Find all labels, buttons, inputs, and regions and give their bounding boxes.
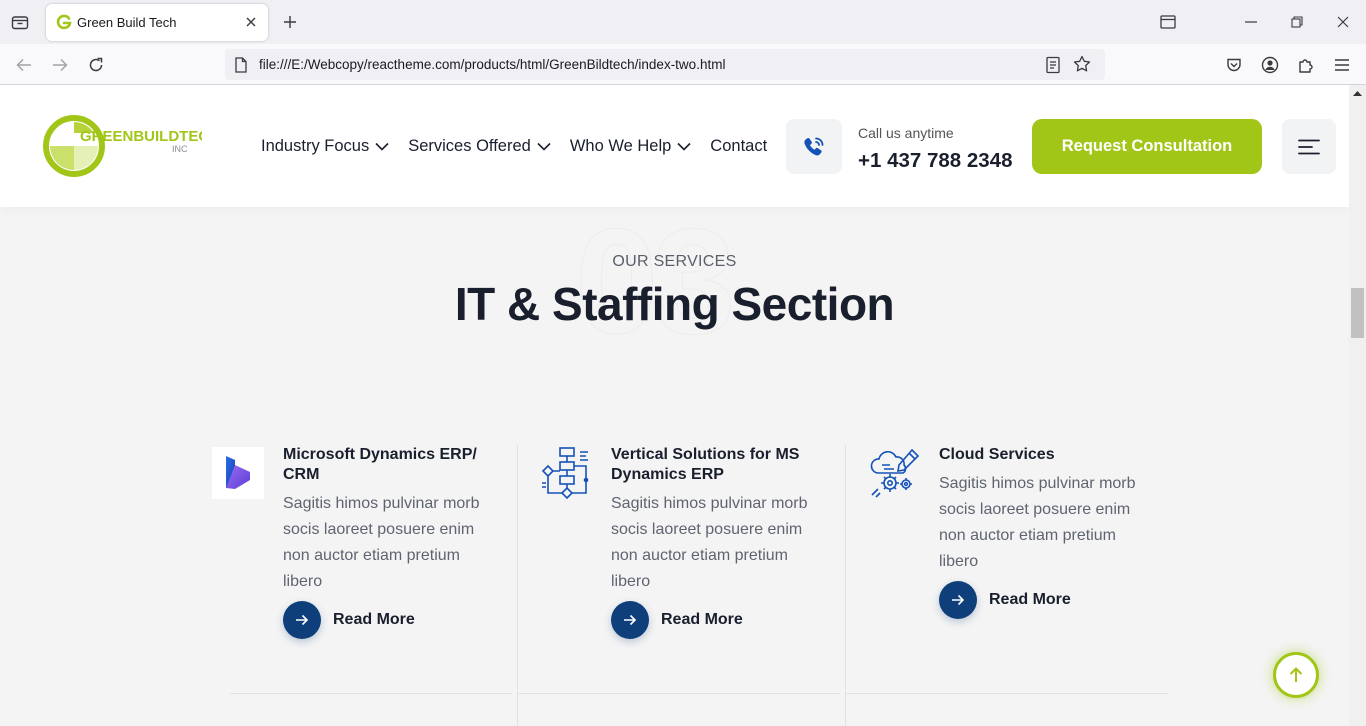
arrow-right-icon: [283, 601, 321, 639]
hamburger-menu-icon: [1298, 139, 1320, 154]
tab-title: Green Build Tech: [77, 15, 177, 30]
chevron-down-icon: [537, 142, 551, 151]
request-consultation-button[interactable]: Request Consultation: [1032, 119, 1262, 174]
forward-arrow-icon[interactable]: [49, 54, 71, 76]
nav-label: Contact: [710, 137, 768, 155]
browser-tab[interactable]: Green Build Tech: [46, 4, 268, 41]
nav-industry-focus[interactable]: Industry Focus: [261, 137, 389, 156]
chevron-down-icon: [375, 142, 389, 151]
service-title: Vertical Solutions for MS Dynamics ERP: [611, 446, 800, 483]
service-description: Sagitis himos pulvinar morb socis laoree…: [939, 475, 1136, 570]
web-page: GREENBUILDTECH INC Industry Focus Servic…: [0, 85, 1349, 726]
main-navigation: Industry Focus Services Offered Who We H…: [261, 137, 786, 156]
restore-icon[interactable]: [1287, 12, 1307, 32]
browser-tab-bar: Green Build Tech: [0, 0, 1366, 44]
nav-label: Who We Help: [569, 137, 672, 155]
service-description: Sagitis himos pulvinar morb socis laoree…: [283, 495, 480, 590]
read-more-link[interactable]: Read More: [283, 601, 415, 639]
arrow-up-icon: [1289, 667, 1303, 682]
services-grid: Microsoft Dynamics ERP/ CRM Sagitis himo…: [212, 445, 1168, 726]
browser-nav-bar: file:///E:/Webcopy/reactheme.com/product…: [0, 44, 1366, 85]
nav-label: Industry Focus: [261, 137, 370, 155]
call-label: Call us anytime: [858, 125, 954, 141]
close-tab-icon[interactable]: [242, 13, 260, 31]
section-subtitle: OUR SERVICES: [612, 253, 737, 270]
page-scrollbar[interactable]: [1349, 85, 1366, 726]
arrow-right-icon: [939, 581, 977, 619]
bookmark-star-icon[interactable]: [1073, 55, 1093, 75]
column-divider: [845, 445, 846, 726]
tab-list-icon[interactable]: [9, 12, 31, 32]
read-more-link[interactable]: Read More: [611, 601, 743, 639]
site-logo[interactable]: GREENBUILDTECH INC: [42, 114, 220, 178]
flowchart-icon: [540, 447, 592, 500]
logo-text: GREENBUILDTECH: [80, 128, 202, 145]
address-bar[interactable]: file:///E:/Webcopy/reactheme.com/product…: [225, 49, 1105, 80]
row-divider: [230, 693, 512, 694]
extensions-icon[interactable]: [1295, 54, 1317, 76]
new-tab-icon[interactable]: [280, 12, 300, 32]
phone-button[interactable]: [786, 119, 842, 174]
app-menu-icon[interactable]: [1331, 54, 1353, 76]
nav-contact[interactable]: Contact: [710, 137, 767, 156]
logo-sub-text: INC: [172, 144, 188, 154]
scrollbar-thumb[interactable]: [1351, 288, 1364, 338]
account-icon[interactable]: [1259, 54, 1281, 76]
service-description: Sagitis himos pulvinar morb socis laoree…: [611, 495, 808, 590]
service-title: Cloud Services: [939, 446, 1055, 463]
nav-label: Services Offered: [408, 137, 531, 155]
pocket-icon[interactable]: [1223, 54, 1245, 76]
scroll-up-arrow-icon[interactable]: [1352, 87, 1363, 101]
read-more-label: Read More: [989, 591, 1071, 608]
url-text: file:///E:/Webcopy/reactheme.com/product…: [259, 57, 726, 72]
phone-number[interactable]: +1 437 788 2348: [858, 149, 1012, 173]
nav-services-offered[interactable]: Services Offered: [408, 137, 551, 156]
nav-who-we-help[interactable]: Who We Help: [570, 137, 691, 156]
page-icon: [234, 57, 248, 73]
chevron-down-icon: [677, 142, 691, 151]
section-title: IT & Staffing Section: [454, 278, 895, 330]
read-more-label: Read More: [333, 611, 415, 628]
arrow-right-icon: [611, 601, 649, 639]
column-divider: [517, 445, 518, 726]
phone-ringing-icon: [804, 137, 824, 155]
site-favicon-icon: [56, 14, 72, 30]
row-divider: [518, 693, 840, 694]
read-more-link[interactable]: Read More: [939, 581, 1071, 619]
scroll-to-top-button[interactable]: [1273, 652, 1319, 698]
site-header: GREENBUILDTECH INC Industry Focus Servic…: [0, 85, 1349, 207]
minimize-icon[interactable]: [1241, 12, 1261, 32]
read-more-label: Read More: [661, 611, 743, 628]
offcanvas-menu-button[interactable]: [1282, 119, 1336, 174]
reader-view-icon[interactable]: [1045, 56, 1063, 74]
reload-icon[interactable]: [85, 54, 107, 76]
cloud-gear-icon: [868, 447, 920, 499]
service-title: Microsoft Dynamics ERP/ CRM: [283, 446, 477, 483]
row-divider: [846, 693, 1168, 694]
back-arrow-icon[interactable]: [13, 54, 35, 76]
tab-overview-icon[interactable]: [1158, 12, 1178, 32]
close-window-icon[interactable]: [1333, 12, 1353, 32]
dynamics-logo-icon: [212, 447, 264, 499]
